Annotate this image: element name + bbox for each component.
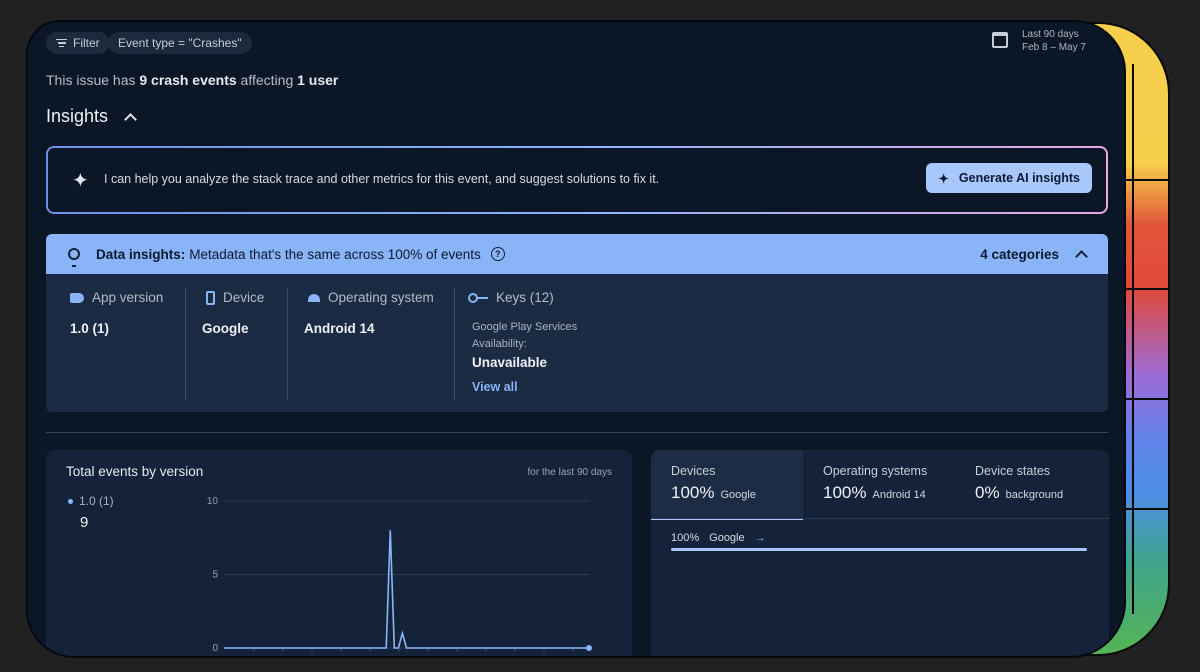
tab-devices-title: Devices	[671, 464, 716, 478]
summary-events: 9 crash events	[139, 72, 237, 88]
sparkle-icon: ✦	[938, 171, 949, 186]
tab-devices[interactable]: Devices 100% Google	[651, 450, 803, 520]
column-divider	[287, 288, 288, 400]
breakdown-row[interactable]: 100% Google →	[671, 532, 766, 544]
issue-summary: This issue has 9 crash events affecting …	[46, 72, 338, 88]
keys-column: Keys (12) Google Play Services Availabil…	[468, 290, 577, 394]
data-insights-body: App version 1.0 (1) Device Google Operat…	[46, 274, 1108, 412]
event-type-label: Event type = "Crashes"	[118, 36, 242, 50]
app-version-label: App version	[92, 290, 164, 305]
tabs-divider	[651, 518, 1109, 519]
tab-os-sub: Android 14	[872, 489, 926, 501]
tab-device-states[interactable]: Device states 0% background	[955, 450, 1107, 518]
android-icon	[308, 293, 320, 302]
app-version-column: App version 1.0 (1)	[70, 290, 163, 336]
device-label: Device	[223, 290, 265, 305]
y-tick-label: 5	[212, 570, 218, 581]
series-line	[224, 530, 589, 649]
tab-operating-systems[interactable]: Operating systems 100% Android 14	[803, 450, 955, 518]
lightbulb-icon	[68, 248, 80, 267]
help-icon[interactable]: ?	[490, 247, 505, 261]
chevron-up-icon[interactable]	[124, 112, 137, 126]
date-range-label: Last 90 days	[1022, 29, 1079, 40]
filter-button[interactable]: Filter	[46, 32, 110, 54]
tab-os-title: Operating systems	[823, 464, 928, 478]
arrow-right-icon[interactable]: →	[755, 532, 766, 544]
data-insights-subtitle: Metadata that's the same across 100% of …	[189, 246, 481, 262]
column-divider	[454, 288, 455, 400]
view-all-link[interactable]: View all	[472, 380, 577, 394]
filter-label: Filter	[73, 36, 100, 50]
os-label: Operating system	[328, 290, 434, 305]
insights-title: Insights	[46, 106, 109, 126]
filter-icon	[56, 37, 67, 50]
keys-label: Keys (12)	[496, 290, 554, 305]
summary-users: 1 user	[297, 72, 339, 88]
sparkle-icon: ✦	[72, 170, 89, 192]
phone-icon	[206, 290, 215, 305]
y-tick-label: 0	[212, 643, 218, 654]
ai-insights-banner: ✦ I can help you analyze the stack trace…	[46, 146, 1108, 214]
os-column: Operating system Android 14	[304, 290, 434, 336]
events-line-chart: 0 5 10	[207, 496, 592, 654]
tab-os-value: 100%	[823, 483, 867, 502]
divider	[46, 432, 1108, 433]
generate-ai-insights-button[interactable]: ✦ Generate AI insights	[926, 163, 1092, 193]
y-tick-label: 10	[207, 496, 219, 507]
chevron-up-icon[interactable]	[1075, 249, 1088, 263]
total-events-card: Total events by version for the last 90 …	[46, 450, 632, 656]
os-value: Android 14	[304, 321, 375, 336]
tag-icon	[70, 292, 84, 303]
column-divider	[185, 288, 186, 400]
tab-states-title: Device states	[975, 464, 1051, 478]
data-insights-header[interactable]: Data insights: Metadata that's the same …	[46, 234, 1108, 274]
breakdown-bar-fill	[671, 548, 1087, 551]
tab-devices-value: 100%	[671, 483, 715, 502]
insights-header[interactable]: Insights	[46, 106, 137, 127]
device-column: Device Google	[202, 290, 265, 336]
date-range-selector[interactable]: Last 90 days Feb 8 – May 7	[992, 28, 1086, 54]
ai-prompt-text: I can help you analyze the stack trace a…	[104, 172, 660, 186]
generate-ai-insights-label: Generate AI insights	[958, 171, 1080, 185]
app-version-value: 1.0 (1)	[70, 321, 110, 336]
calendar-icon	[992, 32, 1008, 48]
app-screen: Filter Event type = "Crashes" Last 90 da…	[26, 20, 1126, 658]
summary-prefix: This issue has	[46, 72, 140, 88]
breakdown-bar-track	[671, 548, 1087, 551]
event-type-chip[interactable]: Event type = "Crashes"	[108, 32, 252, 54]
tab-states-sub: background	[1005, 489, 1064, 501]
summary-middle: affecting	[236, 72, 298, 88]
breakdown-row-label: Google	[709, 532, 745, 544]
key-value: Unavailable	[472, 355, 548, 370]
date-range-dates: Feb 8 – May 7	[1022, 42, 1086, 53]
data-insights-title: Data insights:	[96, 246, 186, 262]
key-name-2: Availability:	[472, 338, 527, 350]
tab-devices-sub: Google	[720, 489, 756, 501]
key-name-1: Google Play Services	[472, 321, 578, 333]
tab-states-value: 0%	[975, 483, 1000, 502]
key-icon	[468, 292, 488, 303]
breakdown-card: Devices 100% Google Operating systems 100…	[651, 450, 1109, 656]
device-value: Google	[202, 321, 249, 336]
series-end-point	[586, 645, 592, 651]
breakdown-row-pct: 100%	[671, 532, 700, 544]
categories-count: 4 categories	[980, 246, 1059, 262]
